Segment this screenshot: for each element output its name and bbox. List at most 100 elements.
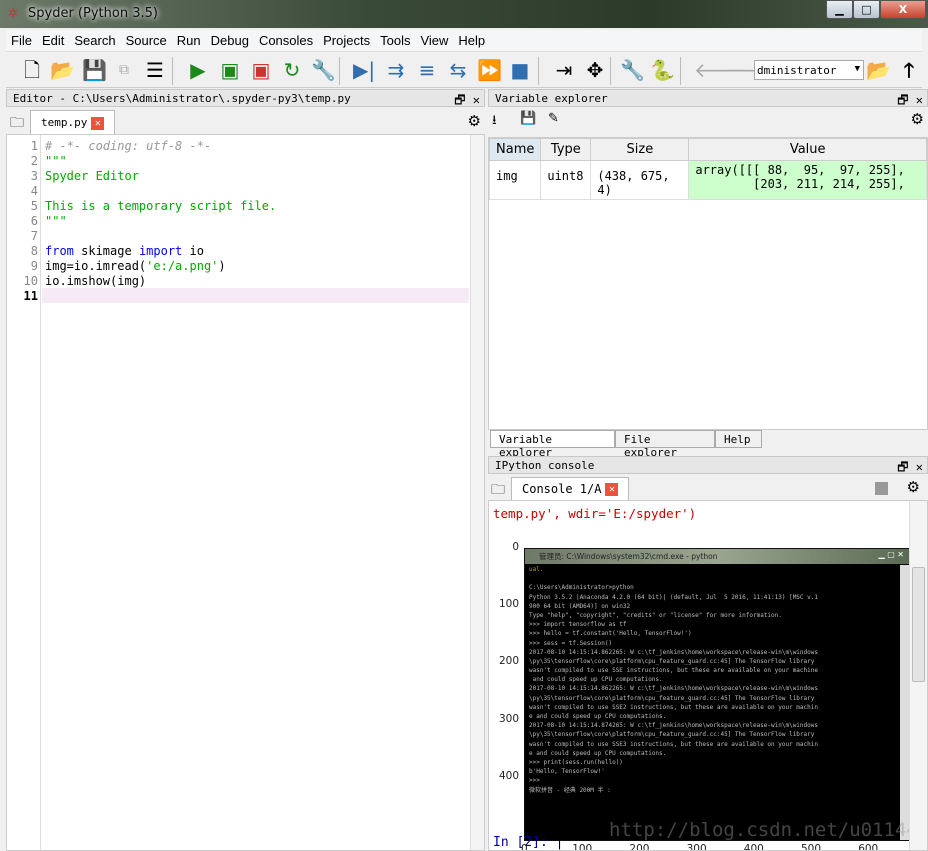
forward-arrow-icon[interactable]: 🡒 xyxy=(724,58,778,82)
browse-tabs-icon[interactable]: 🗀 xyxy=(10,112,24,136)
fullscreen-icon[interactable]: ✥ xyxy=(583,58,607,82)
parent-dir-up-arrow-icon[interactable]: 🡑 xyxy=(897,58,921,82)
browse-folder-icon[interactable]: 📂 xyxy=(866,58,891,82)
menu-projects[interactable]: Projects xyxy=(318,30,375,51)
console-scrollbar[interactable] xyxy=(909,501,927,850)
step-icon[interactable]: ⇉ xyxy=(384,58,408,82)
watermark: http://blog.csdn.net/u011440696 xyxy=(609,819,927,841)
tab-variable-explorer[interactable]: Variable explorer xyxy=(490,430,615,459)
continue-icon[interactable]: ⏩ xyxy=(477,58,502,82)
code-line: from skimage import io xyxy=(45,244,204,258)
cmd-line: >>> sess = tf.Session() xyxy=(529,639,613,647)
code-line: """ xyxy=(45,154,67,168)
gear-icon[interactable]: ⚙ xyxy=(468,112,481,130)
preferences-wrench-icon[interactable]: 🔧 xyxy=(620,58,645,82)
console-tabbar: 🗀 Console 1/A ✕ ⚙ xyxy=(488,475,928,501)
minimize-button[interactable]: ▁ xyxy=(826,0,853,19)
menu-help[interactable]: Help xyxy=(453,30,490,51)
menu-source[interactable]: Source xyxy=(121,30,172,51)
tab-temp-py[interactable]: temp.py ✕ xyxy=(30,110,116,134)
list-icon[interactable]: ☰ xyxy=(143,58,167,82)
stop-debug-icon[interactable]: ■ xyxy=(508,58,532,82)
run-icon[interactable]: ▶ xyxy=(186,58,210,82)
menu-view[interactable]: View xyxy=(415,30,453,51)
save-all-icon[interactable]: ⧉ xyxy=(112,58,136,82)
menu-debug[interactable]: Debug xyxy=(206,30,254,51)
save-icon[interactable]: 💾 xyxy=(82,58,107,82)
cmd-line: C:\Users\Administrator>python xyxy=(529,584,634,592)
tab-label: Console 1/A xyxy=(522,482,602,496)
gear-icon[interactable]: ⚙ xyxy=(911,110,924,128)
column-size[interactable]: Size xyxy=(590,138,690,161)
y-tick-label: 100 xyxy=(498,598,519,611)
back-arrow-icon[interactable]: 🡐 xyxy=(694,58,748,82)
cmd-line: Type "help", "copyright", "credits" or "… xyxy=(529,611,782,619)
cmd-line: \py\35\tensorflow\core\platform\cpu_feat… xyxy=(529,657,815,665)
step-into-icon[interactable]: ≡ xyxy=(415,58,439,82)
python-path-icon[interactable]: 🐍 xyxy=(650,58,675,82)
run-cell-advance-icon[interactable]: ▣ xyxy=(249,58,273,82)
column-value[interactable]: Value xyxy=(688,138,927,161)
scrollbar-thumb[interactable] xyxy=(912,567,925,682)
line-number: 7 xyxy=(30,229,38,243)
line-number: 2 xyxy=(30,154,38,168)
tab-file-explorer[interactable]: File explorer xyxy=(615,430,715,459)
column-type[interactable]: Type xyxy=(540,138,592,161)
code-token: """ xyxy=(45,214,67,228)
save-data-as-icon[interactable]: ✎ xyxy=(548,111,559,126)
column-name[interactable]: Name xyxy=(488,138,542,161)
close-button[interactable]: X xyxy=(880,0,926,19)
cmd-line: and could speed up CPU computations. xyxy=(529,676,663,684)
maximize-pane-icon[interactable]: ⇥ xyxy=(552,58,576,82)
variable-explorer-header: Variable explorer 🗗 ✕ xyxy=(488,89,928,107)
step-return-icon[interactable]: ⇆ xyxy=(446,58,470,82)
line-number: 3 xyxy=(30,169,38,183)
close-tab-icon[interactable]: ✕ xyxy=(605,483,619,496)
line-number: 8 xyxy=(30,244,38,258)
run-cell-icon[interactable]: ▣ xyxy=(218,58,242,82)
y-tick-label: 0 xyxy=(512,541,519,553)
current-line-highlight xyxy=(42,288,469,303)
code-token: Spyder Editor xyxy=(45,169,139,183)
code-token: io.imshow(img) xyxy=(45,274,147,288)
cmd-line xyxy=(529,574,899,583)
close-tab-icon[interactable]: ✕ xyxy=(91,116,105,130)
working-directory-combo[interactable]: dministrator ▼ xyxy=(754,60,864,80)
save-data-icon[interactable]: 💾 xyxy=(520,111,536,126)
code-line: # -*- coding: utf-8 -*- xyxy=(45,139,211,153)
menu-tools[interactable]: Tools xyxy=(375,30,415,51)
run-config-icon[interactable]: 🔧 xyxy=(311,58,336,82)
code-editor[interactable]: 1 2 3 4 5 6 7 8 9 10 11 # -*- coding: utf-8 -*- """… xyxy=(6,134,485,851)
editor-scrollbar[interactable] xyxy=(470,135,484,850)
y-tick-label: 300 xyxy=(498,712,519,725)
import-data-icon[interactable]: ⭳ xyxy=(492,111,497,133)
menu-edit[interactable]: Edit xyxy=(37,30,69,51)
debug-icon[interactable]: ▶| xyxy=(352,58,376,82)
menu-file[interactable]: File xyxy=(6,30,37,51)
code-token: This is a temporary script file. xyxy=(45,199,277,213)
cmd-line: >>> print(sess.run(hello)) xyxy=(529,758,623,766)
cmd-text: ual. C:\Users\Administrator>python Python … xyxy=(529,565,899,795)
value-line: [203, 211, 214, 255], xyxy=(695,177,905,191)
console-output[interactable]: temp.py', wdir='E:/spyder') 管理员: C:\Wind… xyxy=(488,500,928,851)
line-number: 10 xyxy=(23,274,38,288)
line-number: 4 xyxy=(30,184,38,198)
open-file-icon[interactable]: 📂 xyxy=(50,58,75,82)
menu-run[interactable]: Run xyxy=(172,30,206,51)
tab-help[interactable]: Help xyxy=(715,430,762,448)
menu-search[interactable]: Search xyxy=(69,30,120,51)
table-row[interactable]: img uint8 (438, 675, 4) array([[[ 88, 95… xyxy=(488,160,927,200)
line-number: 6 xyxy=(30,214,38,228)
rerun-icon[interactable]: ↻ xyxy=(280,58,304,82)
new-file-icon[interactable]: 🗋 xyxy=(20,58,44,82)
editor-pane-header: Editor - C:\Users\Administrator\.spyder-… xyxy=(6,89,485,107)
tab-console-1a[interactable]: Console 1/A ✕ xyxy=(511,477,630,501)
gear-icon[interactable]: ⚙ xyxy=(907,478,920,496)
input-prompt[interactable]: In [2]: | xyxy=(493,835,563,850)
x-tick-label: 600 xyxy=(858,843,879,851)
maximize-button[interactable]: □ xyxy=(853,0,880,19)
cmd-window-titlebar: 管理员: C:\Windows\system32\cmd.exe - pytho… xyxy=(525,549,910,564)
menu-consoles[interactable]: Consoles xyxy=(254,30,318,51)
stop-kernel-icon[interactable] xyxy=(875,482,888,495)
code-token: # -*- coding: utf-8 -*- xyxy=(45,139,212,153)
